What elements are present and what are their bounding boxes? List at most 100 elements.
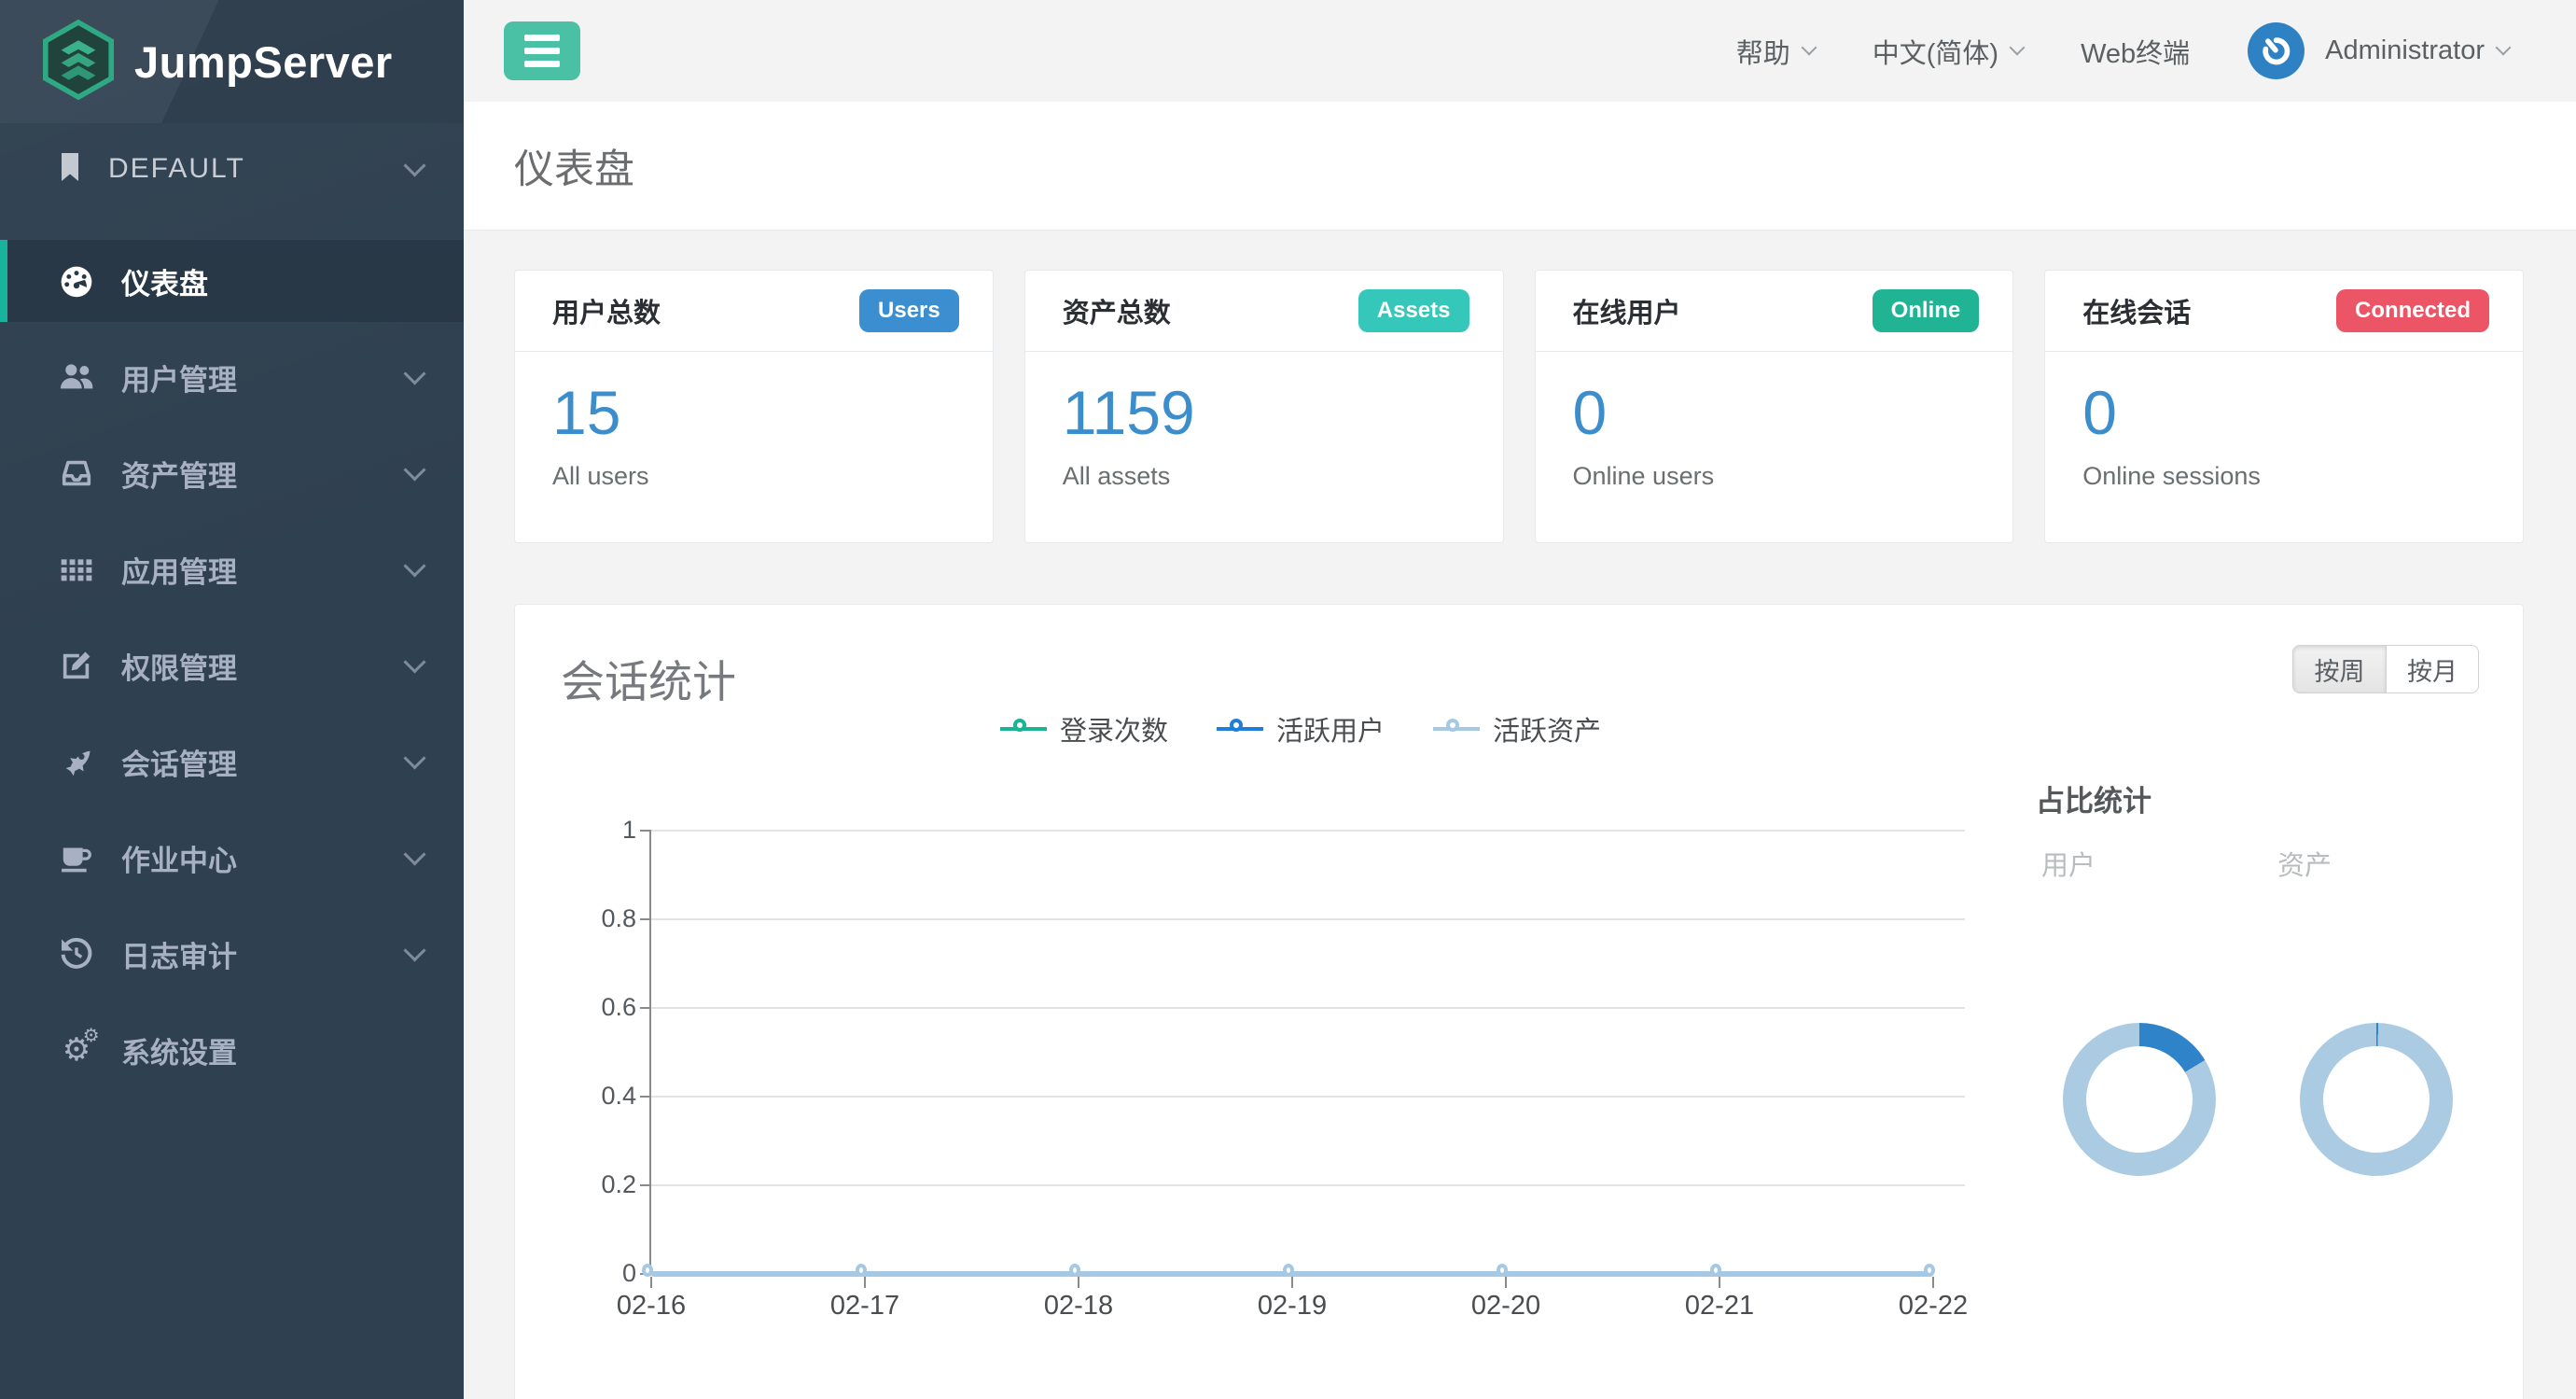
- sidebar-item-label: 日志审计: [121, 933, 407, 975]
- sidebar-item-label: 用户管理: [121, 357, 407, 399]
- sidebar-item-dashboard[interactable]: 仪表盘: [0, 240, 464, 322]
- y-axis-label: 0: [543, 1259, 636, 1288]
- sidebar-item-sessions[interactable]: 会话管理: [0, 720, 464, 803]
- status-badge: Online: [1873, 289, 1980, 332]
- user-avatar[interactable]: [2248, 22, 2304, 79]
- chevron-down-icon: [2010, 39, 2026, 55]
- content: 用户总数 Users 15 All users 资产总数 Assets 1159: [464, 231, 2576, 1399]
- card-subtitle: Online sessions: [2082, 462, 2485, 491]
- stat-cards-row: 用户总数 Users 15 All users 资产总数 Assets 1159: [514, 270, 2524, 543]
- y-axis: [649, 831, 651, 1276]
- card-value: 0: [1573, 378, 1976, 449]
- language-menu[interactable]: 中文(简体): [1873, 32, 2023, 71]
- x-axis-label: 02-20: [1431, 1291, 1580, 1322]
- chevron-down-icon: [403, 747, 425, 769]
- assets-donut-chart: [2300, 1023, 2453, 1176]
- sessions-icon: [56, 744, 97, 779]
- data-point-marker: [1069, 1264, 1080, 1277]
- ratio-label-assets: 资产: [2277, 844, 2332, 883]
- card-subtitle: All users: [552, 462, 955, 491]
- x-axis-tick: [650, 1277, 652, 1288]
- page-title: 仪表盘: [514, 137, 634, 195]
- data-point-marker: [1283, 1264, 1294, 1277]
- sidebar-toggle-button[interactable]: [504, 21, 580, 80]
- x-axis-label: 02-22: [1859, 1291, 2008, 1322]
- x-axis-label: 02-17: [790, 1291, 940, 1322]
- sidebar-item-users[interactable]: 用户管理: [0, 336, 464, 418]
- sidebar-item-audits[interactable]: 日志审计: [0, 913, 464, 995]
- page-header: 仪表盘: [464, 102, 2576, 231]
- main-area: 帮助 中文(简体) Web终端 Administrator: [464, 0, 2576, 1399]
- ratio-label-users: 用户: [2041, 844, 2096, 883]
- sidebar-item-job-center[interactable]: 作业中心: [0, 817, 464, 899]
- app-logo[interactable]: JumpServer: [0, 0, 464, 123]
- chevron-down-icon: [403, 154, 425, 176]
- data-point-marker: [1497, 1264, 1508, 1277]
- org-selector[interactable]: DEFAULT: [0, 123, 464, 215]
- assets-icon: [56, 455, 97, 491]
- sidebar-item-label: 资产管理: [121, 453, 407, 495]
- x-axis-label: 02-16: [577, 1291, 726, 1322]
- sidebar-item-settings[interactable]: ⚙⚙ 系统设置: [0, 1009, 464, 1091]
- card-title: 在线会话: [2082, 291, 2191, 330]
- chevron-down-icon: [1801, 39, 1817, 55]
- y-axis-label: 0.6: [543, 993, 636, 1022]
- sidebar-item-assets[interactable]: 资产管理: [0, 432, 464, 514]
- sidebar-item-label: 系统设置: [121, 1029, 423, 1071]
- card-title: 在线用户: [1573, 291, 1681, 330]
- card-subtitle: Online users: [1573, 462, 1976, 491]
- x-axis-tick: [1291, 1277, 1293, 1288]
- top-nav-links: 帮助 中文(简体) Web终端 Administrator: [1678, 22, 2576, 79]
- stat-card-online-users: 在线用户 Online 0 Online users: [1535, 270, 2014, 543]
- card-title: 用户总数: [552, 291, 661, 330]
- sidebar-item-label: 仪表盘: [121, 260, 423, 302]
- card-subtitle: All assets: [1063, 462, 1466, 491]
- data-point-marker: [642, 1264, 653, 1277]
- card-value: 15: [552, 378, 955, 449]
- x-axis-label: 02-18: [1004, 1291, 1153, 1322]
- chevron-down-icon: [403, 458, 425, 481]
- app-window: JumpServer DEFAULT 仪表盘: [0, 0, 2576, 1399]
- bookmark-icon: [56, 151, 84, 188]
- sidebar-item-label: 作业中心: [121, 837, 407, 879]
- sidebar-item-label: 应用管理: [121, 549, 407, 591]
- y-gridline: [651, 830, 1965, 832]
- y-axis-label: 0.4: [543, 1082, 636, 1111]
- settings-icon: ⚙⚙: [56, 1032, 97, 1068]
- status-badge: Assets: [1358, 289, 1469, 332]
- permissions-icon: [56, 648, 97, 683]
- power-icon: [2249, 24, 2302, 77]
- x-axis-tick: [1932, 1277, 1934, 1288]
- data-point-marker: [1924, 1264, 1935, 1277]
- stat-card-users: 用户总数 Users 15 All users: [514, 270, 994, 543]
- chevron-down-icon: [403, 554, 425, 577]
- user-menu[interactable]: Administrator: [2325, 35, 2509, 66]
- web-terminal-link[interactable]: Web终端: [2081, 32, 2190, 71]
- help-menu[interactable]: 帮助: [1736, 32, 1815, 71]
- audits-icon: [56, 936, 97, 972]
- org-label: DEFAULT: [108, 153, 407, 185]
- ratio-section-title: 占比统计: [2036, 777, 2151, 819]
- chevron-down-icon: [2496, 39, 2512, 55]
- status-badge: Connected: [2336, 289, 2489, 332]
- stat-card-assets: 资产总数 Assets 1159 All assets: [1024, 270, 1504, 543]
- sidebar-item-applications[interactable]: 应用管理: [0, 528, 464, 610]
- y-gridline: [651, 918, 1965, 920]
- app-title: JumpServer: [134, 36, 393, 88]
- session-statistics-panel: 会话统计 登录次数活跃用户活跃资产 按周 按月 00.20.40.60.8102…: [514, 604, 2524, 1399]
- x-axis-tick: [1719, 1277, 1720, 1288]
- y-axis-label: 1: [543, 816, 636, 845]
- y-gridline: [651, 1096, 1965, 1098]
- chevron-down-icon: [403, 843, 425, 865]
- y-axis-label: 0.8: [543, 904, 636, 933]
- users-icon: [56, 359, 97, 395]
- jumpserver-hexagon-logo-icon: [41, 19, 116, 105]
- chevron-down-icon: [403, 362, 425, 385]
- line-chart: 00.20.40.60.8102-1602-1702-1802-1902-200…: [515, 605, 2523, 1399]
- status-badge: Users: [859, 289, 959, 332]
- sidebar-item-label: 会话管理: [121, 741, 407, 783]
- y-gridline: [651, 1184, 1965, 1186]
- sidebar-menu: 仪表盘 用户管理 资产管理: [0, 215, 464, 1091]
- sidebar-item-permissions[interactable]: 权限管理: [0, 624, 464, 706]
- sidebar: JumpServer DEFAULT 仪表盘: [0, 0, 464, 1399]
